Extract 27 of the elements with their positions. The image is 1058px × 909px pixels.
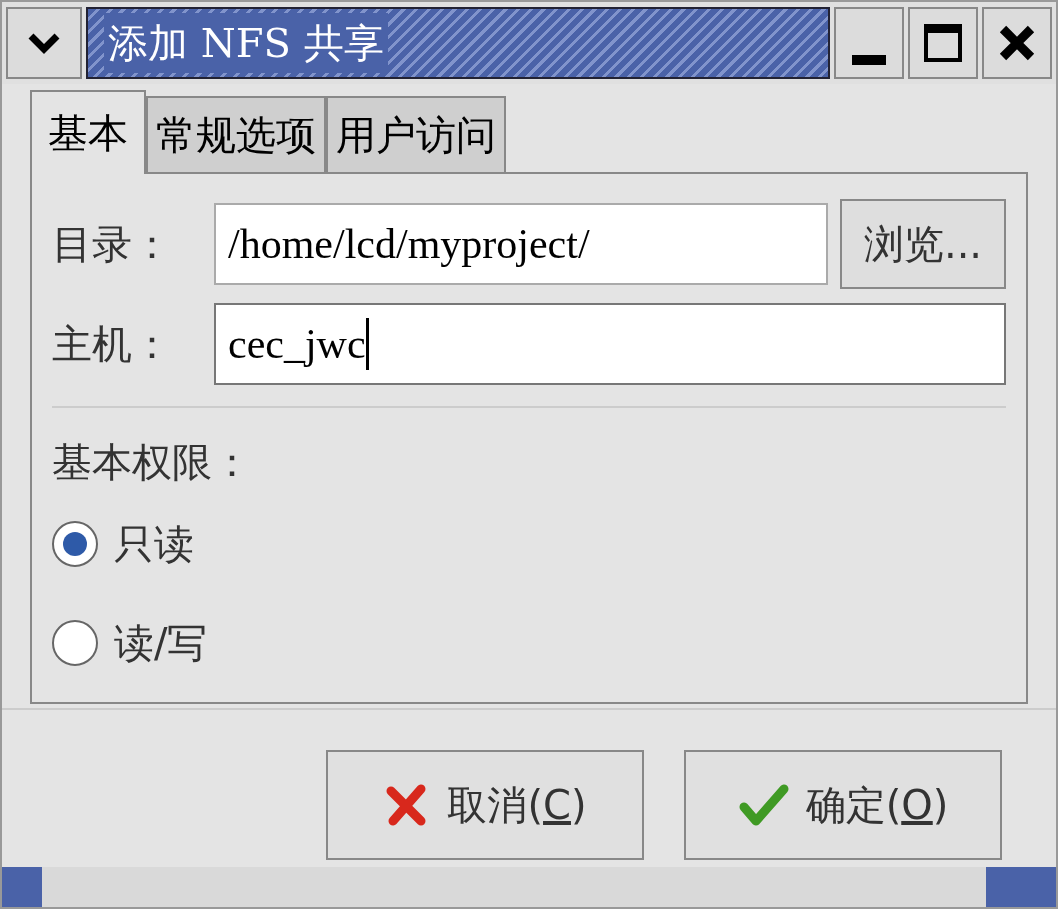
text-field[interactable]: /home/lcd/myproject/ <box>214 203 828 285</box>
maximize-button[interactable] <box>908 7 978 79</box>
radio-button[interactable] <box>52 619 98 666</box>
radio-label: 只读 <box>114 519 194 569</box>
close-button[interactable] <box>982 7 1052 79</box>
field-label: 目录： <box>52 220 173 269</box>
maximize-icon <box>924 24 962 62</box>
field-label: 主机： <box>52 320 173 369</box>
dialog-button[interactable]: 确定(O) <box>684 750 1002 860</box>
close-icon <box>997 23 1037 63</box>
tab[interactable]: 常规选项 <box>146 96 326 172</box>
radio-label: 读/写 <box>114 618 208 668</box>
window-frame-corner <box>2 867 42 907</box>
text-cursor <box>365 318 369 370</box>
window-title: 添加 NFS 共享 <box>104 13 388 73</box>
section-label: 基本权限： <box>52 438 253 487</box>
minimize-button[interactable] <box>834 7 904 79</box>
chevron-down-icon <box>27 32 61 54</box>
window-menu-button[interactable] <box>6 7 82 79</box>
minimize-icon <box>852 55 886 65</box>
tab[interactable]: 用户访问 <box>326 96 506 172</box>
browse-button[interactable]: 浏览... <box>840 199 1006 289</box>
text-field[interactable]: cec_jwc <box>214 303 1006 385</box>
dialog-button[interactable]: 取消(C) <box>326 750 644 860</box>
radio-button[interactable] <box>52 520 98 567</box>
tab[interactable]: 基本 <box>30 90 146 174</box>
window-frame-corner <box>986 867 1056 907</box>
